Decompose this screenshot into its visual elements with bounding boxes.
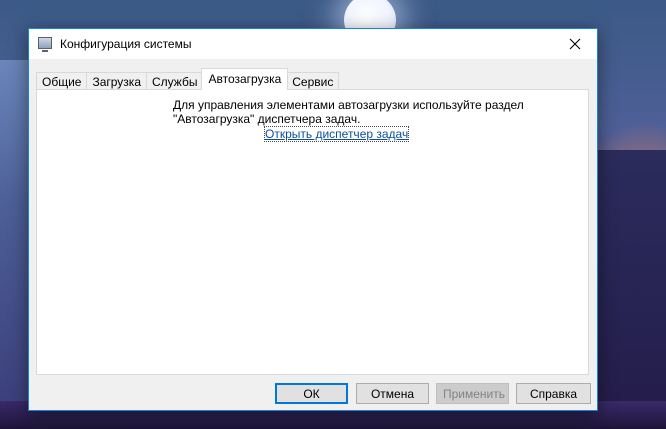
open-task-manager-link[interactable]: Открыть диспетчер задач — [263, 126, 410, 142]
window-title: Конфигурация системы — [60, 37, 192, 51]
tab-startup[interactable]: Автозагрузка — [201, 68, 289, 90]
title-bar[interactable]: Конфигурация системы — [29, 29, 597, 59]
tab-services[interactable]: Службы — [146, 72, 204, 90]
close-button[interactable] — [552, 29, 597, 59]
startup-info-line-1: Для управления элементами автозагрузки и… — [173, 98, 524, 112]
startup-tab-panel: Для управления элементами автозагрузки и… — [36, 89, 589, 375]
dialog-client: Общие Загрузка Службы Автозагрузка Серви… — [29, 59, 597, 410]
startup-info-line-2: "Автозагрузка" диспетчера задач. — [173, 112, 361, 126]
tab-boot[interactable]: Загрузка — [86, 72, 147, 90]
tab-general[interactable]: Общие — [36, 72, 88, 90]
close-icon — [569, 38, 580, 50]
wallpaper-hill-right — [596, 150, 666, 429]
apply-button[interactable]: Применить — [436, 383, 509, 404]
startup-info-text: Для управления элементами автозагрузки и… — [173, 98, 533, 126]
ok-button[interactable]: ОК — [275, 383, 348, 404]
tab-tools[interactable]: Сервис — [286, 72, 340, 90]
help-button[interactable]: Справка — [516, 383, 591, 404]
tab-strip: Общие Загрузка Службы Автозагрузка Серви… — [36, 68, 340, 90]
system-config-icon — [38, 37, 52, 52]
system-config-window: Конфигурация системы Общие Загрузка Служ… — [28, 28, 598, 411]
cancel-button[interactable]: Отмена — [356, 383, 429, 404]
dialog-buttons: ОК Отмена Применить Справка — [29, 383, 597, 407]
